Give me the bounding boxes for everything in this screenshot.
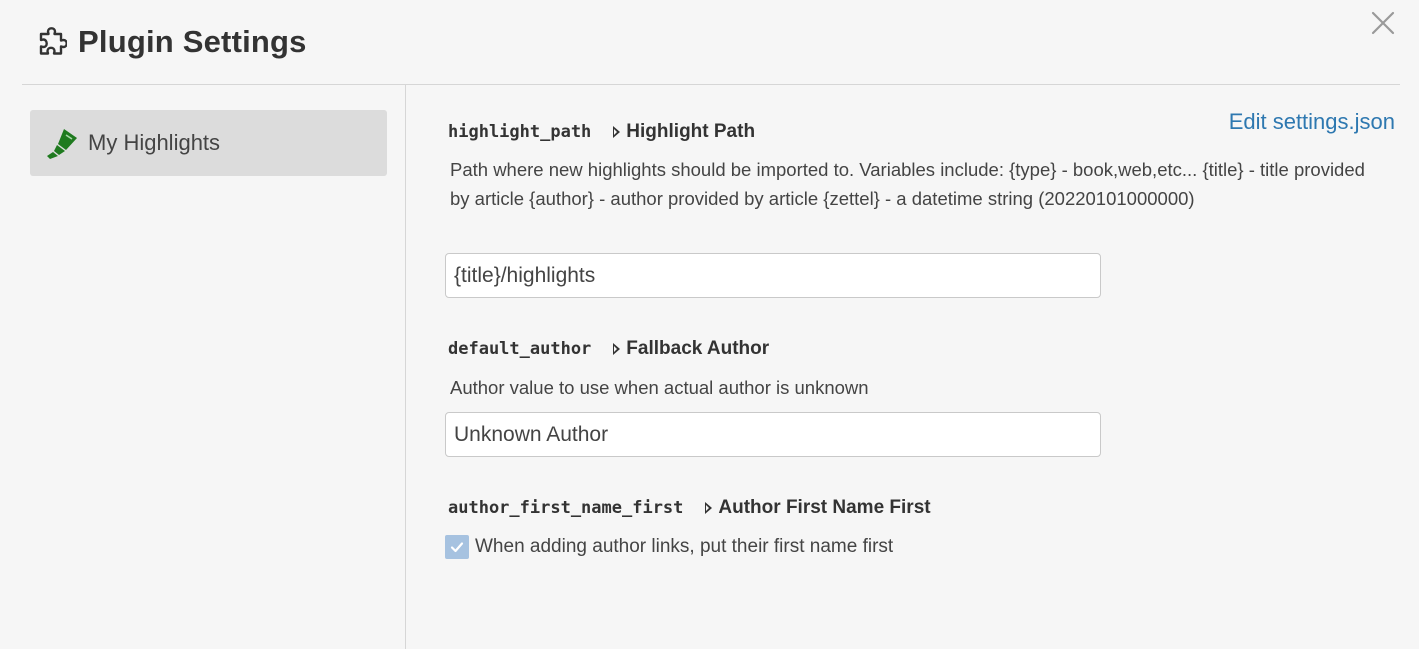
checkbox-row: When adding author links, put their firs… (445, 535, 893, 559)
setting-name: Fallback Author (626, 338, 770, 359)
expand-caret-icon[interactable] (613, 343, 621, 355)
setting-key: default_author (448, 339, 592, 359)
highlight-path-input[interactable] (445, 253, 1101, 298)
setting-name: Author First Name First (718, 497, 931, 518)
page-title: Plugin Settings (78, 24, 307, 59)
settings-panel: Edit settings.json highlight_path Highli… (406, 85, 1419, 649)
plugin-settings-dialog: Plugin Settings My Highlights Edit setti… (0, 0, 1419, 649)
setting-name: Highlight Path (626, 121, 756, 142)
expand-caret-icon[interactable] (705, 502, 713, 514)
title-group: Plugin Settings (37, 24, 307, 60)
close-icon[interactable] (1368, 8, 1398, 38)
checkbox-label: When adding author links, put their firs… (475, 536, 894, 557)
setting-key: highlight_path (448, 122, 592, 142)
setting-key: author_first_name_first (448, 498, 684, 518)
expand-caret-icon[interactable] (613, 126, 621, 138)
sidebar-item-my-highlights[interactable]: My Highlights (30, 110, 387, 176)
edit-settings-json-link[interactable]: Edit settings.json (1229, 109, 1395, 135)
setting-description: Author value to use when actual author i… (450, 377, 869, 398)
sidebar: My Highlights (22, 85, 406, 649)
setting-header-highlight-path: highlight_path Highlight Path (448, 121, 755, 143)
author-first-name-first-checkbox[interactable] (445, 535, 469, 559)
puzzle-icon (37, 27, 68, 57)
setting-header-author-first-name-first: author_first_name_first Author First Nam… (448, 497, 931, 519)
checkmark-icon (450, 542, 464, 553)
highlighter-icon (44, 126, 80, 160)
setting-header-fallback-author: default_author Fallback Author (448, 338, 769, 360)
setting-description: Path where new highlights should be impo… (450, 159, 1365, 209)
fallback-author-input[interactable] (445, 412, 1101, 457)
dialog-header: Plugin Settings (22, 0, 1400, 85)
sidebar-item-label: My Highlights (88, 130, 221, 155)
